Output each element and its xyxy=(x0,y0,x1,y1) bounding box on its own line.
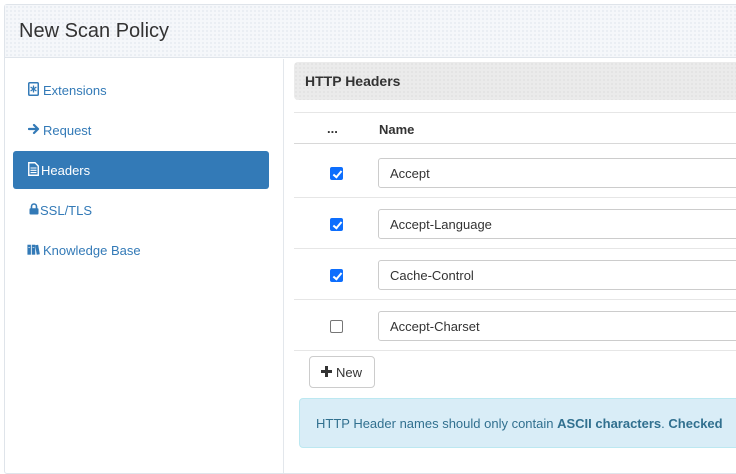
table-row: Accept-Language xyxy=(294,198,736,249)
sidebar-item-headers[interactable]: Headers xyxy=(13,151,269,189)
panel-header: New Scan Policy xyxy=(5,5,736,58)
header-checkbox[interactable] xyxy=(330,269,343,282)
table-header: ... Name xyxy=(294,112,736,144)
page-title: New Scan Policy xyxy=(19,20,170,42)
alert-emphasis-ascii: ASCII characters xyxy=(557,416,662,431)
section-header: HTTP Headers xyxy=(294,62,736,100)
sidebar: Extensions Request Headers SSL/TLS Knowl… xyxy=(5,59,284,473)
header-name-input[interactable]: Accept xyxy=(378,158,736,188)
section-title: HTTP Headers xyxy=(305,73,401,89)
books-icon xyxy=(27,242,40,256)
extensions-icon xyxy=(27,82,40,96)
sidebar-item-extensions[interactable]: Extensions xyxy=(13,71,269,109)
header-checkbox[interactable] xyxy=(330,167,343,180)
table-row: Accept-Charset xyxy=(294,300,736,351)
table-row: Cache-Control xyxy=(294,249,736,300)
new-button-label: New xyxy=(336,365,363,380)
sidebar-item-label: Headers xyxy=(41,163,91,178)
info-alert: HTTP Header names should only contain AS… xyxy=(299,398,736,448)
header-name-input[interactable]: Accept-Charset xyxy=(378,311,736,341)
new-header-button[interactable]: New xyxy=(309,356,375,388)
alert-text: HTTP Header names should only contain AS… xyxy=(316,416,723,431)
arrow-right-icon xyxy=(27,122,40,136)
header-name-input[interactable]: Accept-Language xyxy=(378,209,736,239)
sidebar-item-label: SSL/TLS xyxy=(40,203,93,218)
column-header-select: ... xyxy=(327,121,338,136)
sidebar-item-label: Extensions xyxy=(43,83,107,98)
header-checkbox[interactable] xyxy=(330,320,343,333)
sidebar-item-label: Request xyxy=(43,123,92,138)
document-icon xyxy=(27,162,40,176)
alert-emphasis-checked: Checked xyxy=(668,416,723,431)
table-row: Accept xyxy=(294,147,736,198)
header-name-input[interactable]: Cache-Control xyxy=(378,260,736,290)
alert-text-start: HTTP Header names should only contain xyxy=(316,416,558,431)
header-checkbox[interactable] xyxy=(330,218,343,231)
sidebar-item-request[interactable]: Request xyxy=(13,111,269,149)
sidebar-item-ssl-tls[interactable]: SSL/TLS xyxy=(13,191,269,229)
column-header-name: Name xyxy=(379,122,415,137)
plus-icon xyxy=(321,366,332,377)
sidebar-item-knowledge-base[interactable]: Knowledge Base xyxy=(13,231,269,269)
sidebar-item-label: Knowledge Base xyxy=(43,243,141,258)
lock-icon xyxy=(27,202,40,216)
